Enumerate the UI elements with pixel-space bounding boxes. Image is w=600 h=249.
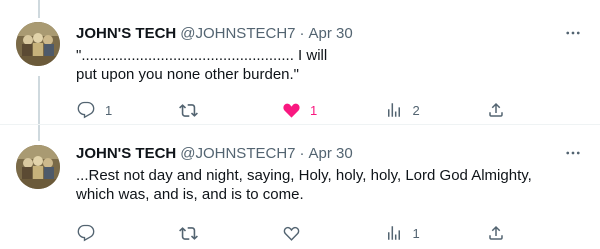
tweet[interactable]: JOHN'S TECH @JOHNSTECH7 · Apr 30 ...Rest… bbox=[0, 124, 600, 249]
tweet-actions: 1 bbox=[76, 222, 506, 244]
reply-button[interactable]: 1 bbox=[76, 100, 179, 120]
like-count: 1 bbox=[310, 102, 318, 118]
avatar[interactable] bbox=[16, 145, 60, 189]
tweet-actions: 1 1 2 bbox=[76, 99, 506, 121]
avatar[interactable] bbox=[16, 22, 60, 66]
more-icon[interactable] bbox=[562, 22, 584, 44]
separator: · bbox=[299, 144, 305, 162]
views-button[interactable]: 2 bbox=[384, 100, 487, 120]
tweet-header: JOHN'S TECH @JOHNSTECH7 · Apr 30 bbox=[76, 22, 584, 44]
analytics-icon bbox=[384, 100, 404, 120]
share-button[interactable] bbox=[486, 223, 506, 243]
heart-icon bbox=[281, 100, 301, 120]
reply-count: 1 bbox=[105, 102, 113, 118]
retweet-button[interactable] bbox=[179, 100, 282, 120]
reply-icon bbox=[76, 100, 96, 120]
thread-connector bbox=[38, 125, 40, 141]
like-button[interactable] bbox=[281, 223, 384, 243]
views-button[interactable]: 1 bbox=[384, 223, 487, 243]
share-icon bbox=[486, 223, 506, 243]
heart-icon bbox=[281, 223, 301, 243]
retweet-button[interactable] bbox=[179, 223, 282, 243]
share-icon bbox=[486, 100, 506, 120]
share-button[interactable] bbox=[486, 100, 506, 120]
reply-icon bbox=[76, 223, 96, 243]
author-name[interactable]: JOHN'S TECH bbox=[76, 25, 176, 42]
view-count: 1 bbox=[412, 225, 420, 241]
tweet-date[interactable]: Apr 30 bbox=[309, 145, 353, 162]
separator: · bbox=[299, 24, 305, 42]
analytics-icon bbox=[384, 223, 404, 243]
thread-connector bbox=[38, 76, 40, 124]
more-icon[interactable] bbox=[562, 142, 584, 164]
reply-button[interactable] bbox=[76, 223, 179, 243]
thread-connector bbox=[38, 0, 40, 18]
retweet-icon bbox=[179, 223, 199, 243]
like-button[interactable]: 1 bbox=[281, 100, 384, 120]
author-handle[interactable]: @JOHNSTECH7 bbox=[180, 145, 295, 162]
tweet-header: JOHN'S TECH @JOHNSTECH7 · Apr 30 bbox=[76, 142, 584, 164]
tweet-text: ...Rest not day and night, saying, Holy,… bbox=[76, 167, 532, 203]
tweet-date[interactable]: Apr 30 bbox=[309, 25, 353, 42]
view-count: 2 bbox=[412, 102, 420, 118]
author-name[interactable]: JOHN'S TECH bbox=[76, 145, 176, 162]
author-handle[interactable]: @JOHNSTECH7 bbox=[180, 25, 295, 42]
tweet-text: ".......................................… bbox=[76, 47, 328, 83]
retweet-icon bbox=[179, 100, 199, 120]
tweet[interactable]: JOHN'S TECH @JOHNSTECH7 · Apr 30 "......… bbox=[0, 0, 600, 124]
timeline: JOHN'S TECH @JOHNSTECH7 · Apr 30 "......… bbox=[0, 0, 600, 249]
